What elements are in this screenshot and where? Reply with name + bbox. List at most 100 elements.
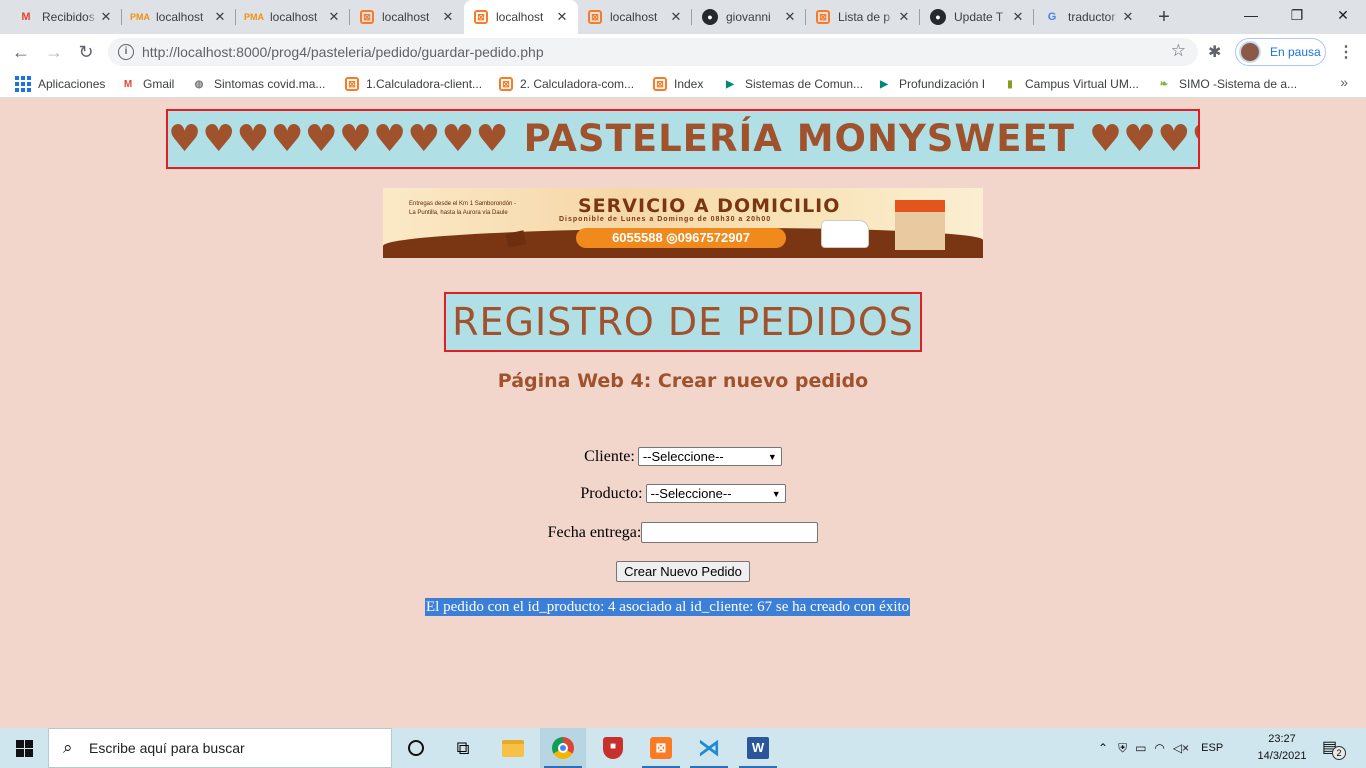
url-text[interactable]: http://localhost:8000/prog4/pasteleria/p… xyxy=(142,44,544,60)
chrome-taskbar-button[interactable] xyxy=(540,728,586,768)
security-tray-icon[interactable]: ⛨ xyxy=(1118,741,1127,756)
bookmark-campus[interactable]: ▮ Campus Virtual UM... xyxy=(1002,70,1139,98)
tab-github-update[interactable]: ● Update T ✕ xyxy=(920,0,1034,34)
xampp-taskbar-button[interactable]: ⊠ xyxy=(638,728,684,768)
tab-title: Recibidos xyxy=(42,10,95,24)
clock[interactable]: 23:27 14/3/2021 xyxy=(1254,731,1310,765)
bookmark-simo[interactable]: ❧ SIMO -Sistema de a... xyxy=(1156,70,1297,98)
cliente-row: Cliente: --Seleccione-- ▼ xyxy=(0,447,1366,466)
minimize-button[interactable]: — xyxy=(1228,0,1274,34)
wifi-icon[interactable]: ◠ xyxy=(1154,741,1164,755)
xampp-icon: ⊠ xyxy=(653,77,667,91)
tab-title: localhost xyxy=(156,10,204,24)
tab-github-giovanni[interactable]: ● giovanni ✕ xyxy=(692,0,806,34)
tab-gmail[interactable]: M Recibidos ✕ xyxy=(8,0,122,34)
github-icon: ● xyxy=(930,9,946,25)
bookmark-gmail[interactable]: M Gmail xyxy=(120,70,175,98)
chrome-icon xyxy=(552,737,574,759)
shop-front-icon xyxy=(895,200,945,250)
windows-logo-icon xyxy=(15,739,33,757)
campus-icon: ▮ xyxy=(1007,78,1013,90)
address-bar[interactable]: i http://localhost:8000/prog4/pasteleria… xyxy=(108,38,1198,66)
chevron-down-icon: ▼ xyxy=(767,451,777,462)
task-view-button[interactable]: ⧉ xyxy=(440,728,486,768)
chevron-up-icon[interactable]: ⌃ xyxy=(1098,741,1108,755)
volume-muted-icon[interactable]: ◁× xyxy=(1173,741,1189,755)
tab-localhost-xampp-1[interactable]: ⊠ localhost ✕ xyxy=(350,0,464,34)
close-tab-icon[interactable]: ✕ xyxy=(896,9,912,25)
tab-localhost-pma-2[interactable]: PMA localhost ✕ xyxy=(236,0,350,34)
start-button[interactable] xyxy=(0,728,48,768)
tab-lista[interactable]: ⊠ Lista de p ✕ xyxy=(806,0,920,34)
fecha-label: Fecha entrega: xyxy=(547,523,642,541)
language-indicator[interactable]: ESP xyxy=(1201,742,1223,754)
bookmark-label: Sistemas de Comun... xyxy=(745,77,864,91)
close-tab-icon[interactable]: ✕ xyxy=(98,9,114,25)
profile-button[interactable]: En pausa xyxy=(1235,38,1326,66)
vscode-taskbar-button[interactable]: ⋊ xyxy=(686,728,732,768)
file-explorer-button[interactable] xyxy=(490,728,536,768)
apps-icon xyxy=(15,76,31,92)
security-app-button[interactable]: ■ xyxy=(590,728,636,768)
close-tab-icon[interactable]: ✕ xyxy=(782,9,798,25)
bookmark-index[interactable]: ⊠ Index xyxy=(653,70,703,98)
xampp-icon: ⊠ xyxy=(816,10,830,24)
fecha-entrega-input[interactable] xyxy=(641,522,819,543)
xampp-icon: ⊠ xyxy=(345,77,359,91)
producto-select[interactable]: --Seleccione-- ▼ xyxy=(645,484,786,503)
search-icon: ⌕ xyxy=(63,738,73,757)
taskbar-search[interactable]: ⌕ Escribe aquí para buscar xyxy=(48,728,392,768)
tab-localhost-pma-1[interactable]: PMA localhost ✕ xyxy=(122,0,236,34)
close-window-button[interactable]: ✕ xyxy=(1320,0,1366,34)
page-title: REGISTRO DE PEDIDOS xyxy=(444,292,922,352)
phpmyadmin-icon: PMA xyxy=(130,12,150,22)
forward-icon[interactable]: → xyxy=(42,40,66,64)
folder-icon xyxy=(502,739,524,757)
back-icon[interactable]: ← xyxy=(9,40,33,64)
tab-traductor[interactable]: G traductor ✕ xyxy=(1034,0,1144,34)
site-banner-title: ♥♥♥♥♥♥♥♥♥♥ PASTELERÍA MONYSWEET ♥♥♥♥♥♥♥♥… xyxy=(166,109,1200,169)
leaf-icon: ❧ xyxy=(1159,78,1169,90)
extensions-puzzle-icon[interactable]: ✱ xyxy=(1208,42,1221,62)
clock-date: 14/3/2021 xyxy=(1257,750,1307,762)
restore-button[interactable]: ❐ xyxy=(1274,0,1320,34)
cortana-button[interactable] xyxy=(393,728,439,768)
close-tab-icon[interactable]: ✕ xyxy=(668,9,684,25)
bookmark-sistemas[interactable]: ▶ Sistemas de Comun... xyxy=(722,70,863,98)
bookmark-apps[interactable]: Aplicaciones xyxy=(15,70,105,98)
notifications-button[interactable]: ▤ 2 xyxy=(1322,737,1346,760)
tab-localhost-active[interactable]: ⊠ localhost ✕ xyxy=(464,0,578,34)
windows-taskbar: ⌕ Escribe aquí para buscar ⧉ ■ ⊠ ⋊ W ⌃ ⛨… xyxy=(0,728,1366,768)
bookmark-calculadora-com[interactable]: ⊠ 2. Calculadora-com... xyxy=(499,70,634,98)
close-tab-icon[interactable]: ✕ xyxy=(212,9,228,25)
close-tab-icon[interactable]: ✕ xyxy=(1010,9,1026,25)
tab-title: Lista de p xyxy=(838,10,891,24)
battery-icon[interactable]: ▭ xyxy=(1135,741,1146,755)
bookmark-star-icon[interactable]: ☆ xyxy=(1171,41,1186,61)
close-tab-icon[interactable]: ✕ xyxy=(326,9,342,25)
close-tab-icon[interactable]: ✕ xyxy=(1120,9,1136,25)
promo-phones: 6055588 ◎0967572907 xyxy=(576,228,786,248)
tab-title: localhost xyxy=(610,10,658,24)
word-taskbar-button[interactable]: W xyxy=(735,728,781,768)
reload-icon[interactable]: ↻ xyxy=(74,40,98,64)
bookmark-sintomas[interactable]: ◍ Sintomas covid.ma... xyxy=(191,70,326,98)
cliente-select[interactable]: --Seleccione-- ▼ xyxy=(637,447,782,466)
chevron-more-icon[interactable]: » xyxy=(1340,74,1348,90)
bookmark-profundizacion[interactable]: ▶ Profundización I xyxy=(876,70,985,98)
avatar xyxy=(1239,41,1261,63)
tab-strip: M Recibidos ✕ PMA localhost ✕ PMA localh… xyxy=(0,0,1366,34)
bookmark-label: 2. Calculadora-com... xyxy=(520,77,635,91)
close-tab-icon[interactable]: ✕ xyxy=(554,9,570,25)
close-tab-icon[interactable]: ✕ xyxy=(440,9,456,25)
menu-kebab-icon[interactable]: ⋮ xyxy=(1338,42,1354,62)
crear-pedido-button[interactable]: Crear Nuevo Pedido xyxy=(616,561,750,582)
producto-row: Producto: --Seleccione-- ▼ xyxy=(0,484,1366,503)
submit-row: Crear Nuevo Pedido xyxy=(0,561,1366,582)
info-icon[interactable]: i xyxy=(118,44,134,60)
success-message: El pedido con el id_producto: 4 asociado… xyxy=(425,598,911,616)
tab-localhost-xampp-3[interactable]: ⊠ localhost ✕ xyxy=(578,0,692,34)
new-tab-button[interactable]: + xyxy=(1152,5,1176,29)
bookmark-calculadora-cliente[interactable]: ⊠ 1.Calculadora-client... xyxy=(345,70,482,98)
bookmark-label: Profundización I xyxy=(899,77,986,91)
